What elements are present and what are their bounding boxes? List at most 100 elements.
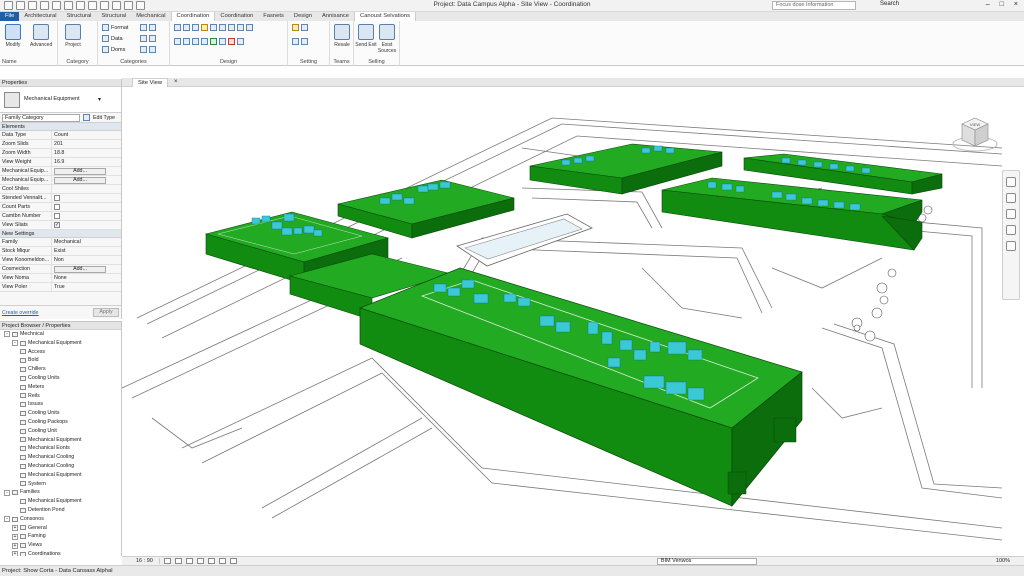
scale-icon[interactable] <box>246 24 253 31</box>
property-row[interactable]: Cool Shiles <box>0 185 121 194</box>
browser-node[interactable]: Cooling Unit <box>0 427 121 436</box>
split-icon[interactable] <box>201 24 208 31</box>
move-icon[interactable] <box>174 38 181 45</box>
property-edit-button[interactable]: Add... <box>54 168 106 175</box>
browser-node[interactable]: + Coordinations <box>0 550 121 556</box>
zoom-icon[interactable] <box>1006 209 1016 219</box>
browser-node[interactable]: Cooling Units <box>0 409 121 418</box>
copy-icon[interactable] <box>228 24 235 31</box>
tab-file[interactable]: File <box>0 12 20 21</box>
edit-type-icon[interactable] <box>83 114 90 121</box>
expand-icon[interactable]: + <box>12 524 18 531</box>
browser-node[interactable]: Mechanical Cooling <box>0 453 121 462</box>
property-row[interactable]: Mechanical Equip... Add... <box>0 176 121 185</box>
category-filter-dropdown[interactable]: Family Category <box>2 113 80 122</box>
tab-coordination-2[interactable]: Coordination <box>215 12 258 21</box>
hide-icon[interactable] <box>229 558 237 564</box>
rotate-icon[interactable] <box>192 38 199 45</box>
tool-icon[interactable] <box>149 35 156 42</box>
pan-icon[interactable] <box>1006 193 1016 203</box>
property-value[interactable]: Exist <box>52 247 121 255</box>
trim-extend-icon[interactable] <box>201 38 208 45</box>
view-cube[interactable]: VIEW <box>950 112 1000 158</box>
property-value[interactable]: Non <box>52 256 121 264</box>
property-row[interactable]: Stock Miqur Exist <box>0 247 121 256</box>
worksets-dropdown[interactable]: BIM Venwos <box>656 557 757 565</box>
expand-icon[interactable]: + <box>12 533 18 540</box>
apply-button[interactable]: Apply <box>93 308 119 317</box>
browser-node[interactable]: Reils <box>0 392 121 401</box>
exist-sources-button[interactable]: Exist Sources <box>376 24 398 54</box>
property-row[interactable]: Data Type Count <box>0 131 121 140</box>
browser-node[interactable]: + Views <box>0 541 121 550</box>
view-scale[interactable]: 16 : 90 <box>130 558 160 564</box>
browser-node[interactable]: Detention Pond <box>0 506 121 515</box>
name-dropdown[interactable]: Name <box>0 59 57 65</box>
section-header[interactable]: Elements <box>0 123 121 131</box>
tab-canoust-selvations[interactable]: Canoust Selvations <box>354 12 416 21</box>
close-icon[interactable]: × <box>1014 1 1018 8</box>
property-row[interactable]: Family Mechanical <box>0 238 121 247</box>
property-checkbox[interactable] <box>54 195 60 201</box>
advanced-button[interactable]: Advanced <box>30 24 52 48</box>
tab-design[interactable]: Design <box>289 12 317 21</box>
look-icon[interactable] <box>1006 241 1016 251</box>
browser-node[interactable]: Mechanical Equipment <box>0 436 121 445</box>
minimize-icon[interactable]: – <box>986 1 990 8</box>
tab-mechanical[interactable]: Mechanical <box>131 12 170 21</box>
browser-node[interactable]: Meters <box>0 383 121 392</box>
building-f-main[interactable] <box>358 267 803 507</box>
tab-site-view[interactable]: Site View <box>132 78 169 87</box>
property-row[interactable]: View Weight 16.9 <box>0 158 121 167</box>
array-icon[interactable] <box>237 24 244 31</box>
section-header[interactable]: New Settings <box>0 230 121 238</box>
tab-annisance[interactable]: Annisance <box>317 12 354 21</box>
browser-node[interactable]: + General <box>0 524 121 533</box>
orbit-icon[interactable] <box>1006 225 1016 235</box>
browser-node[interactable]: - Mechnical <box>0 330 121 339</box>
delete-icon[interactable] <box>228 38 235 45</box>
lock-icon[interactable] <box>218 558 226 564</box>
browser-node[interactable]: Cooling Units <box>0 374 121 383</box>
property-value[interactable]: 16.9 <box>52 158 121 166</box>
collapse-icon[interactable]: - <box>4 516 10 523</box>
tool-icon[interactable] <box>140 46 147 53</box>
browser-node[interactable]: Mechanical Equipment <box>0 497 121 506</box>
close-tab-icon[interactable]: × <box>174 79 178 85</box>
resale-button[interactable]: Resale <box>331 24 353 48</box>
property-value[interactable]: Count <box>52 131 121 139</box>
browser-node[interactable]: - Consonos <box>0 515 121 524</box>
measure-icon[interactable] <box>292 38 299 45</box>
property-checkbox[interactable] <box>54 204 60 210</box>
match-icon[interactable] <box>237 38 244 45</box>
property-value[interactable]: 201 <box>52 140 121 148</box>
format-button[interactable]: Format <box>102 24 128 31</box>
property-value[interactable]: Mechanical <box>52 238 121 246</box>
mirror-icon[interactable] <box>192 24 199 31</box>
browser-node[interactable]: Mechanical Equipment <box>0 471 121 480</box>
copy-icon[interactable] <box>183 38 190 45</box>
tab-coordination[interactable]: Coordination <box>170 12 216 21</box>
detail-level-icon[interactable] <box>163 558 171 564</box>
property-value[interactable]: 18.8 <box>52 149 121 157</box>
send-exit-button[interactable]: Send Exit <box>355 24 377 48</box>
browser-node[interactable]: Mechanical Eonts <box>0 444 121 453</box>
property-edit-button[interactable]: Add... <box>54 177 106 184</box>
create-override-link[interactable]: Create override <box>2 310 39 316</box>
sign-in-button[interactable]: Search <box>880 1 899 7</box>
visual-style-icon[interactable] <box>174 558 182 564</box>
offset-icon[interactable] <box>183 24 190 31</box>
search-input[interactable]: Focus dose Information <box>772 1 856 10</box>
crop-icon[interactable] <box>207 558 215 564</box>
property-value[interactable] <box>52 185 121 193</box>
property-value[interactable]: True <box>52 283 121 291</box>
project-button[interactable]: Project <box>62 24 84 48</box>
tab-architectural[interactable]: Architectural <box>19 12 61 21</box>
browser-node[interactable]: Chillers <box>0 365 121 374</box>
doms-button[interactable]: Doms <box>102 46 125 53</box>
browser-node[interactable]: Mechanical Cooling <box>0 462 121 471</box>
browser-node[interactable]: - Mechanical Equipment <box>0 339 121 348</box>
edit-type-button[interactable]: Edit Type <box>93 115 115 121</box>
dimension-icon[interactable] <box>301 38 308 45</box>
property-value[interactable]: None <box>52 274 121 282</box>
